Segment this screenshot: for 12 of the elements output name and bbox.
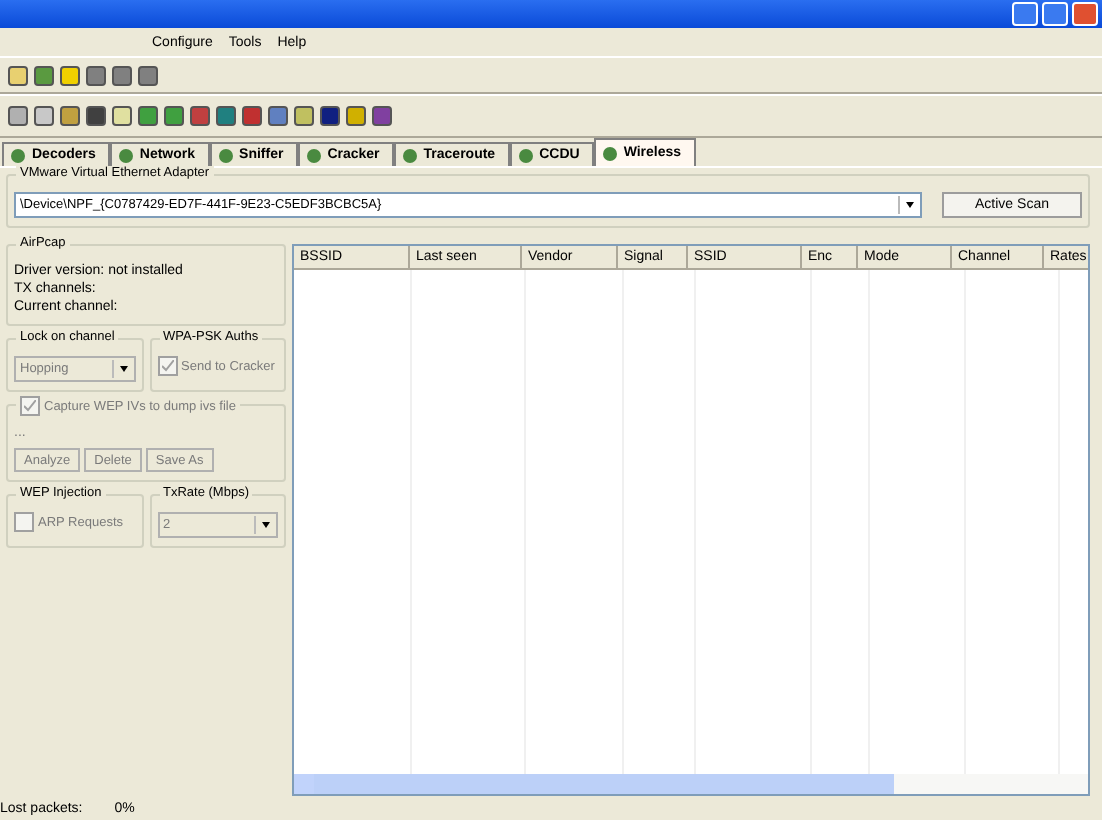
horizontal-scrollbar[interactable]: [294, 774, 1088, 794]
close-button[interactable]: [1072, 2, 1098, 26]
tab-icon: [217, 147, 234, 163]
minimize-button[interactable]: [1012, 2, 1038, 26]
maximize-button[interactable]: [1042, 2, 1068, 26]
tab-icon: [305, 147, 322, 163]
tab-icon: [601, 145, 618, 161]
tab-icon: [10, 147, 26, 163]
tab-icon: [401, 147, 418, 163]
dropdown-arrow-icon[interactable]: [898, 196, 920, 214]
tab-icon: [117, 147, 134, 163]
tab-icon: [517, 147, 534, 163]
